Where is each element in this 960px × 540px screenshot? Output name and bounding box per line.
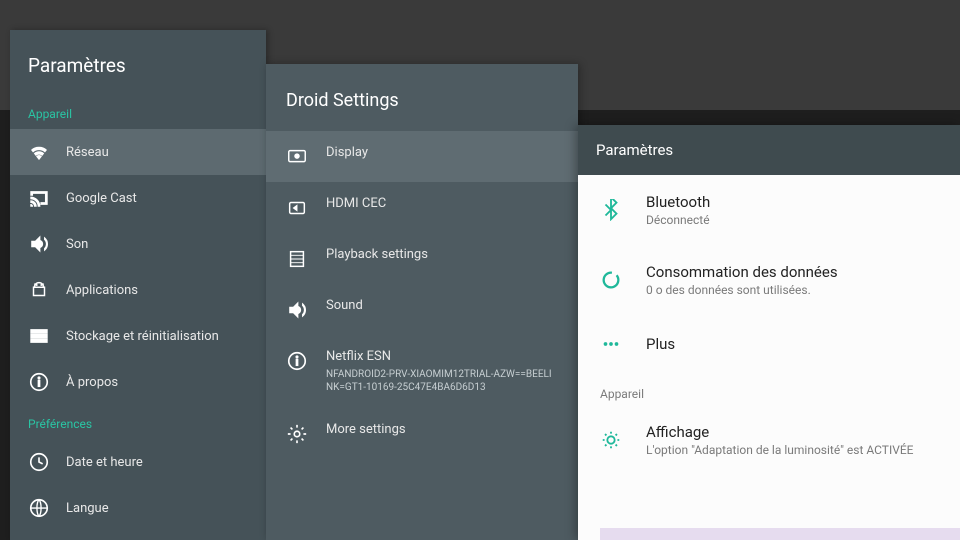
hdmi-icon xyxy=(286,197,308,219)
volume-icon xyxy=(286,299,308,321)
mid-label: Display xyxy=(326,145,368,160)
settings-left-panel: Paramètres Appareil Réseau Google Cast S… xyxy=(10,30,266,540)
right-item-data[interactable]: Consommation des données 0 o des données… xyxy=(578,245,960,315)
data-usage-icon xyxy=(600,269,622,291)
right-label: Plus xyxy=(646,335,675,353)
droid-settings-title: Droid Settings xyxy=(266,64,578,131)
sidebar-item-langue[interactable]: Langue xyxy=(10,485,266,531)
sidebar-item-son[interactable]: Son xyxy=(10,221,266,267)
mid-label: More settings xyxy=(326,422,406,437)
mid-item-hdmicec[interactable]: HDMI CEC xyxy=(266,182,578,233)
sidebar-label: Date et heure xyxy=(66,455,143,470)
sidebar-label: Langue xyxy=(66,501,109,516)
info-icon xyxy=(286,350,308,372)
mid-item-sound[interactable]: Sound xyxy=(266,284,578,335)
droid-settings-panel: Droid Settings Display HDMI CEC Playback… xyxy=(266,64,578,540)
mid-item-playback[interactable]: Playback settings xyxy=(266,233,578,284)
sidebar-label: Applications xyxy=(66,283,138,298)
sidebar-item-googlecast[interactable]: Google Cast xyxy=(10,175,266,221)
section-header-appareil: Appareil xyxy=(10,95,266,129)
info-icon xyxy=(28,371,50,393)
cast-icon xyxy=(28,187,50,209)
mid-item-moresettings[interactable]: More settings xyxy=(266,408,578,459)
right-label: Affichage xyxy=(646,423,914,441)
settings-right-panel: Paramètres Bluetooth Déconnecté Consomma… xyxy=(578,125,960,540)
right-sublabel: Déconnecté xyxy=(646,213,710,227)
mid-label: Netflix ESN xyxy=(326,349,556,364)
right-sublabel: L'option "Adaptation de la luminosité" e… xyxy=(646,443,914,457)
sidebar-item-reseau[interactable]: Réseau xyxy=(10,129,266,175)
right-label: Consommation des données xyxy=(646,263,838,281)
mid-label: Sound xyxy=(326,298,363,313)
right-label: Bluetooth xyxy=(646,193,710,211)
sidebar-item-stockage[interactable]: Stockage et réinitialisation xyxy=(10,313,266,359)
sidebar-label: Réseau xyxy=(66,145,109,160)
mid-label: Playback settings xyxy=(326,247,428,262)
globe-icon xyxy=(28,497,50,519)
clock-icon xyxy=(28,451,50,473)
android-icon xyxy=(28,279,50,301)
sidebar-item-applications[interactable]: Applications xyxy=(10,267,266,313)
brightness-icon xyxy=(600,429,622,451)
volume-icon xyxy=(28,233,50,255)
section-header-preferences: Préférences xyxy=(10,405,266,439)
mid-sublabel: NFANDROID2-PRV-XIAOMIM12TRIAL-AZW==BEELI… xyxy=(326,368,556,394)
bluetooth-icon xyxy=(600,199,622,221)
right-item-peek xyxy=(600,528,960,540)
right-item-plus[interactable]: Plus xyxy=(578,315,960,373)
sidebar-label: Google Cast xyxy=(66,191,137,206)
sidebar-label: Stockage et réinitialisation xyxy=(66,329,219,344)
right-section-header: Appareil xyxy=(578,373,960,405)
settings-title: Paramètres xyxy=(10,30,266,95)
more-dots-icon xyxy=(600,333,622,355)
display-icon xyxy=(286,146,308,168)
sidebar-item-apropos[interactable]: À propos xyxy=(10,359,266,405)
right-item-affichage[interactable]: Affichage L'option "Adaptation de la lum… xyxy=(578,405,960,475)
film-icon xyxy=(286,248,308,270)
sidebar-item-dateheure[interactable]: Date et heure xyxy=(10,439,266,485)
sidebar-label: À propos xyxy=(66,375,118,390)
right-item-bluetooth[interactable]: Bluetooth Déconnecté xyxy=(578,175,960,245)
mid-item-netflixesn[interactable]: Netflix ESN NFANDROID2-PRV-XIAOMIM12TRIA… xyxy=(266,335,578,408)
mid-label: HDMI CEC xyxy=(326,196,386,211)
mid-item-display[interactable]: Display xyxy=(266,131,578,182)
right-panel-title: Paramètres xyxy=(578,125,960,175)
wifi-icon xyxy=(28,141,50,163)
gear-icon xyxy=(286,423,308,445)
right-sublabel: 0 o des données sont utilisées. xyxy=(646,283,838,297)
sidebar-label: Son xyxy=(66,237,88,252)
storage-icon xyxy=(28,325,50,347)
